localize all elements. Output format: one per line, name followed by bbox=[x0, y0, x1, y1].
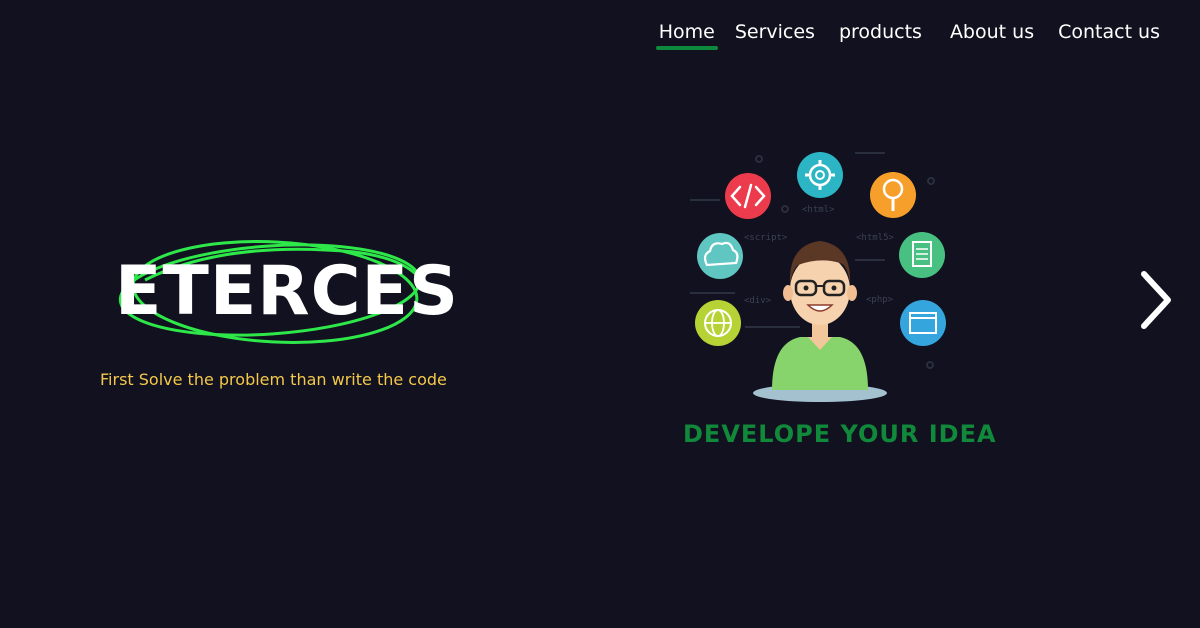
nav-products[interactable]: products bbox=[839, 20, 922, 50]
nav-about-us[interactable]: About us bbox=[950, 20, 1034, 50]
code-tag: <script> bbox=[744, 233, 788, 243]
nav-services[interactable]: Services bbox=[735, 20, 815, 50]
globe-icon bbox=[695, 300, 741, 346]
gear-icon bbox=[797, 152, 843, 198]
nav-contact-us[interactable]: Contact us bbox=[1058, 20, 1160, 50]
document-icon bbox=[899, 232, 945, 278]
cloud-icon bbox=[697, 233, 743, 279]
brand-name: ETERCES bbox=[115, 252, 459, 331]
code-tag: <html5> bbox=[856, 233, 895, 243]
code-icon bbox=[725, 173, 771, 219]
chevron-right-icon[interactable] bbox=[1136, 268, 1176, 332]
nav-home[interactable]: Home bbox=[655, 20, 718, 50]
main-nav: Home Services products About us Contact … bbox=[655, 20, 1160, 50]
tagline: First Solve the problem than write the c… bbox=[100, 370, 447, 389]
brand-logo: ETERCES bbox=[105, 230, 458, 350]
code-tag: <div> bbox=[744, 296, 772, 306]
developer-avatar bbox=[753, 241, 887, 402]
code-tag: <php> bbox=[866, 295, 894, 305]
search-icon bbox=[870, 172, 916, 218]
developer-illustration: <html> <script> <html5> <div> <php> bbox=[690, 152, 946, 402]
window-icon bbox=[900, 300, 946, 346]
code-tag: <html> bbox=[802, 205, 835, 215]
develop-idea-caption: DEVELOPE YOUR IDEA bbox=[683, 420, 997, 448]
